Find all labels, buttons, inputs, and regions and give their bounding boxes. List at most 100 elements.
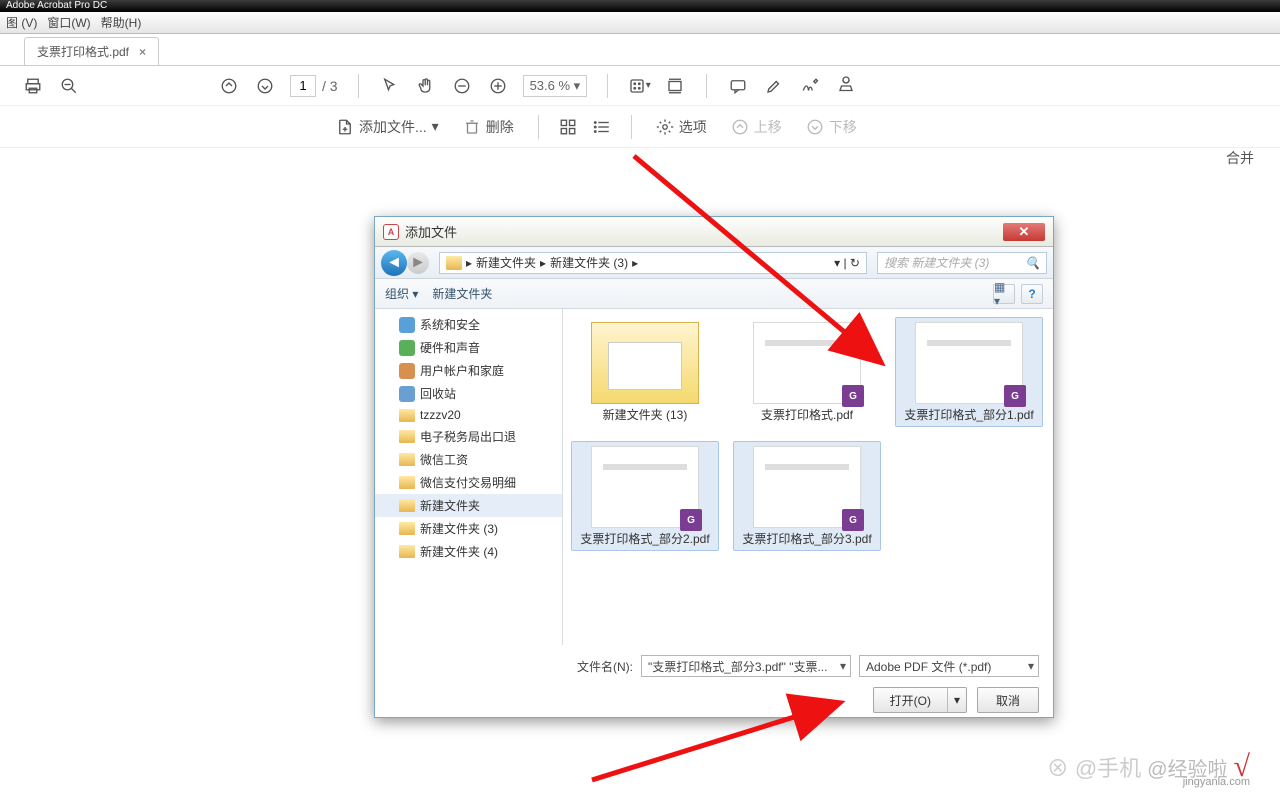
page-total: / 3 bbox=[322, 78, 338, 94]
menu-view[interactable]: 图 (V) bbox=[6, 14, 37, 31]
search-input[interactable]: 搜索 新建文件夹 (3) 🔍 bbox=[877, 252, 1047, 274]
zoom-selector[interactable]: 53.6 % ▾ bbox=[523, 75, 588, 97]
highlight-icon[interactable] bbox=[763, 75, 785, 97]
tree-item[interactable]: 系统和安全 bbox=[375, 313, 562, 336]
zoom-value: 53.6 % bbox=[530, 78, 570, 93]
pdf-badge-icon: G bbox=[1004, 385, 1026, 407]
search-placeholder: 搜索 新建文件夹 (3) bbox=[884, 254, 989, 271]
file-item[interactable]: G支票打印格式_部分3.pdf bbox=[733, 441, 881, 551]
close-button[interactable]: ✕ bbox=[1003, 223, 1045, 241]
tree-item[interactable]: 用户帐户和家庭 bbox=[375, 359, 562, 382]
view-mode-button[interactable]: ▦ ▾ bbox=[993, 284, 1015, 304]
dialog-title: 添加文件 bbox=[405, 222, 457, 241]
organize-button[interactable]: 组织 ▾ bbox=[385, 285, 418, 302]
tree-item[interactable]: 回收站 bbox=[375, 382, 562, 405]
file-type-filter[interactable]: Adobe PDF 文件 (*.pdf) bbox=[859, 655, 1039, 677]
folder-icon bbox=[399, 409, 415, 422]
tree-item[interactable]: tzzzv20 bbox=[375, 405, 562, 425]
close-tab-icon[interactable]: × bbox=[139, 45, 146, 59]
cancel-button[interactable]: 取消 bbox=[977, 687, 1039, 713]
folder-icon bbox=[399, 476, 415, 489]
tab-bar: 支票打印格式.pdf × bbox=[0, 34, 1280, 66]
delete-button[interactable]: 删除 bbox=[457, 113, 520, 141]
sign-icon[interactable] bbox=[799, 75, 821, 97]
open-dropdown[interactable]: ▾ bbox=[947, 688, 966, 712]
delete-label: 删除 bbox=[486, 117, 514, 137]
new-folder-button[interactable]: 新建文件夹 bbox=[432, 285, 492, 302]
file-name: 支票打印格式_部分2.pdf bbox=[580, 532, 709, 546]
menu-bar: 图 (V) 窗口(W) 帮助(H) bbox=[0, 12, 1280, 34]
folder-icon bbox=[446, 256, 462, 270]
zoom-plus-icon[interactable] bbox=[487, 75, 509, 97]
watermark-site: jingyanla.com bbox=[1183, 776, 1250, 788]
tree-label: 微信工资 bbox=[420, 451, 468, 468]
nav-forward-button[interactable]: ► bbox=[407, 252, 429, 274]
file-item[interactable]: G支票打印格式_部分1.pdf bbox=[895, 317, 1043, 427]
user-icon bbox=[399, 363, 415, 379]
document-tab[interactable]: 支票打印格式.pdf × bbox=[24, 37, 159, 65]
add-file-button[interactable]: 添加文件... ▾ bbox=[330, 113, 445, 141]
fit-page-icon[interactable] bbox=[664, 75, 686, 97]
merge-button[interactable]: 合并 bbox=[1226, 148, 1254, 168]
folder-tree: 系统和安全硬件和声音用户帐户和家庭回收站 tzzzv20 电子税务局出口退微信工资微… bbox=[375, 309, 563, 645]
tab-label: 支票打印格式.pdf bbox=[37, 43, 129, 60]
thumbnail-view-icon[interactable] bbox=[557, 116, 579, 138]
file-item[interactable]: G支票打印格式.pdf bbox=[733, 317, 881, 427]
folder-icon bbox=[399, 545, 415, 558]
open-label: 打开(O) bbox=[874, 688, 947, 712]
stamp-icon[interactable] bbox=[835, 75, 857, 97]
select-tool-icon[interactable] bbox=[379, 75, 401, 97]
pdf-thumb-icon: G bbox=[591, 446, 699, 528]
pdf-thumb-icon: G bbox=[753, 322, 861, 404]
page-up-icon[interactable] bbox=[218, 75, 240, 97]
move-down-label: 下移 bbox=[829, 117, 857, 137]
crumb-1: 新建文件夹 bbox=[476, 254, 536, 271]
menu-help[interactable]: 帮助(H) bbox=[101, 14, 142, 31]
help-button[interactable]: ? bbox=[1021, 284, 1043, 304]
tree-item[interactable]: 新建文件夹 (3) bbox=[375, 517, 562, 540]
print-icon[interactable] bbox=[22, 75, 44, 97]
move-up-label: 上移 bbox=[754, 117, 782, 137]
file-item[interactable]: 新建文件夹 (13) bbox=[571, 317, 719, 427]
move-down-button[interactable]: 下移 bbox=[800, 113, 863, 141]
tree-label: tzzzv20 bbox=[420, 408, 461, 422]
tree-item[interactable]: 硬件和声音 bbox=[375, 336, 562, 359]
file-name: 新建文件夹 (13) bbox=[603, 408, 688, 422]
bin-icon bbox=[399, 386, 415, 402]
pdf-icon: A bbox=[383, 224, 399, 240]
file-item[interactable]: G 支票打印格式_部分2.pdf bbox=[571, 441, 719, 551]
breadcrumb[interactable]: ▸新建文件夹 ▸新建文件夹 (3) ▸ ▾ | ↻ bbox=[439, 252, 867, 274]
app-title-bar: Adobe Acrobat Pro DC bbox=[0, 0, 1280, 12]
hand-tool-icon[interactable] bbox=[415, 75, 437, 97]
page-down-icon[interactable] bbox=[254, 75, 276, 97]
tree-label: 新建文件夹 (3) bbox=[420, 520, 498, 537]
open-button[interactable]: 打开(O) ▾ bbox=[873, 687, 967, 713]
file-name: 支票打印格式_部分1.pdf bbox=[904, 408, 1033, 422]
menu-window[interactable]: 窗口(W) bbox=[47, 14, 90, 31]
search-icon: 🔍 bbox=[1025, 256, 1040, 270]
file-name: 支票打印格式_部分3.pdf bbox=[742, 532, 871, 546]
filename-label: 文件名(N): bbox=[577, 658, 633, 675]
tree-label: 用户帐户和家庭 bbox=[420, 362, 504, 379]
fit-width-icon[interactable]: ▾ bbox=[628, 75, 650, 97]
comment-icon[interactable] bbox=[727, 75, 749, 97]
filter-value: Adobe PDF 文件 (*.pdf) bbox=[866, 658, 991, 675]
page-input[interactable] bbox=[290, 75, 316, 97]
move-up-button[interactable]: 上移 bbox=[725, 113, 788, 141]
options-button[interactable]: 选项 bbox=[650, 113, 713, 141]
zoom-minus-icon[interactable] bbox=[451, 75, 473, 97]
tree-label: 回收站 bbox=[420, 385, 456, 402]
zoom-out-icon[interactable] bbox=[58, 75, 80, 97]
pdf-badge-icon: G bbox=[842, 509, 864, 531]
options-label: 选项 bbox=[679, 117, 707, 137]
pdf-thumb-icon: G bbox=[915, 322, 1023, 404]
tree-item[interactable]: 电子税务局出口退 bbox=[375, 425, 562, 448]
tree-item[interactable]: 微信工资 bbox=[375, 448, 562, 471]
nav-row: ◄ ► ▸新建文件夹 ▸新建文件夹 (3) ▸ ▾ | ↻ 搜索 新建文件夹 (… bbox=[375, 247, 1053, 279]
tree-item[interactable]: 新建文件夹 (4) bbox=[375, 540, 562, 563]
list-view-icon[interactable] bbox=[591, 116, 613, 138]
tree-item[interactable]: 新建文件夹 bbox=[375, 494, 562, 517]
tree-item[interactable]: 微信支付交易明细 bbox=[375, 471, 562, 494]
nav-back-button[interactable]: ◄ bbox=[381, 250, 407, 276]
filename-input[interactable]: "支票打印格式_部分3.pdf" "支票... bbox=[641, 655, 851, 677]
